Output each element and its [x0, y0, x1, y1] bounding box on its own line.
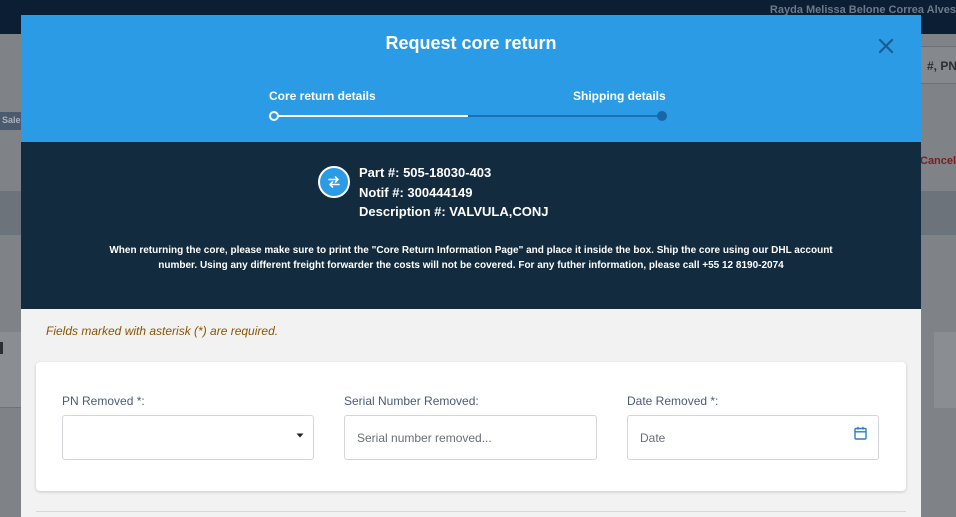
required-asterisk: *: [136, 394, 145, 408]
stepper-progress [274, 115, 468, 117]
pn-removed-label: PN Removed *: [62, 394, 145, 408]
part-details: Part #: 505-18030-403 Notif #: 300444149… [359, 163, 548, 222]
step-1-marker [269, 111, 279, 121]
step-2-marker [657, 111, 667, 121]
step-shipping-details: Shipping details [573, 89, 666, 103]
form-divider [36, 511, 906, 512]
required-fields-note: Fields marked with asterisk (*) are requ… [46, 324, 279, 338]
notif-number: Notif #: 300444149 [359, 184, 473, 200]
part-number: Part #: 505-18030-403 [359, 165, 492, 180]
swap-arrows-icon [318, 166, 350, 198]
pn-removed-label-text: PN Removed [62, 394, 134, 408]
serial-number-removed-label: Serial Number Removed: [344, 394, 479, 408]
part-description: Description #: VALVULA,CONJ [359, 204, 549, 219]
background-tab [0, 342, 3, 354]
close-icon [878, 38, 894, 54]
date-placeholder: Date [640, 431, 666, 445]
background-search-input: #, PN [917, 46, 956, 84]
modal-title: Request core return [385, 33, 557, 53]
caret-down-icon [296, 433, 304, 438]
background-panel [0, 332, 22, 408]
pn-removed-select[interactable] [62, 415, 314, 460]
date-removed-input[interactable]: Date [627, 415, 879, 460]
required-asterisk: *: [710, 394, 719, 408]
background-cancel-link: Cancel [920, 155, 956, 167]
request-core-return-modal: Request core return Core return details … [21, 15, 921, 517]
date-removed-label: Date Removed *: [627, 394, 718, 408]
close-button[interactable] [875, 35, 897, 57]
modal-header: Request core return Core return details … [21, 15, 921, 142]
sidebar-tag: Sales [0, 112, 21, 130]
core-info-panel: Part #: 505-18030-403 Notif #: 300444149… [21, 142, 921, 309]
serial-number-removed-input[interactable] [344, 415, 597, 460]
step-core-return-details: Core return details [269, 89, 376, 103]
date-removed-label-text: Date Removed [627, 394, 708, 408]
background-panel-right [934, 332, 956, 408]
return-instructions: When returning the core, please make sur… [109, 245, 833, 271]
core-return-form: PN Removed *: Serial Number Removed: Dat… [36, 362, 906, 491]
calendar-icon[interactable] [854, 426, 867, 440]
